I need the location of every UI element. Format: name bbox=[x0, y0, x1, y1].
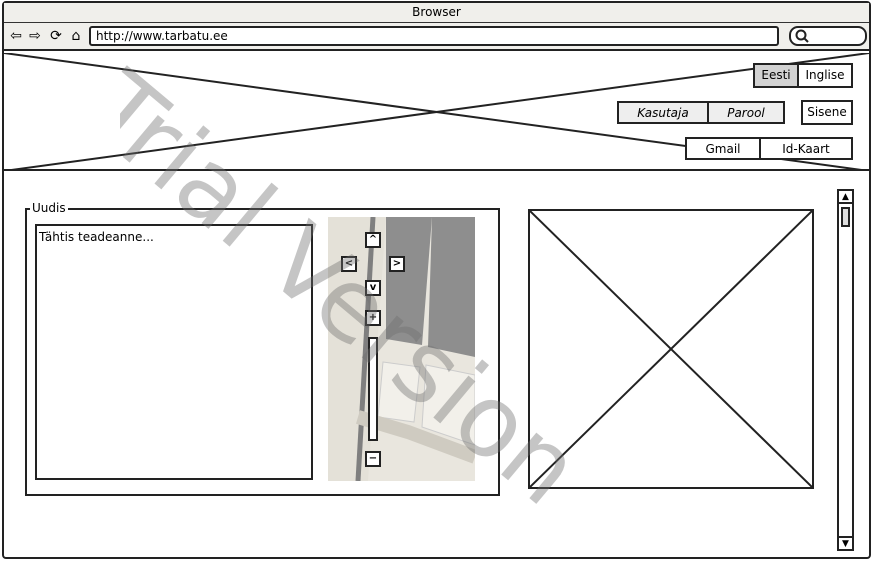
username-input[interactable]: Kasutaja bbox=[617, 101, 709, 124]
lang-eesti-button[interactable]: Eesti bbox=[753, 63, 799, 88]
scroll-up-arrow-icon[interactable]: ▲ bbox=[839, 191, 852, 204]
password-input[interactable]: Parool bbox=[707, 101, 785, 124]
image-placeholder-cross bbox=[530, 211, 812, 487]
map-zoom-out-button[interactable]: − bbox=[365, 451, 381, 467]
map-pan-right-button[interactable]: > bbox=[389, 256, 405, 272]
map-zoom-in-button[interactable]: + bbox=[365, 310, 381, 326]
scroll-down-arrow-icon[interactable]: ▼ bbox=[839, 536, 852, 549]
gmail-login-button[interactable]: Gmail bbox=[685, 137, 761, 160]
scrollbar-thumb[interactable] bbox=[841, 207, 850, 227]
page-scrollbar[interactable] bbox=[837, 189, 854, 551]
home-icon[interactable]: ⌂ bbox=[68, 28, 84, 44]
address-bar[interactable]: http://www.tarbatu.ee bbox=[89, 26, 779, 46]
image-placeholder bbox=[528, 209, 814, 489]
reload-icon[interactable]: ⟳ bbox=[48, 28, 64, 44]
idkaart-login-button[interactable]: Id-Kaart bbox=[759, 137, 853, 160]
news-legend: Uudis bbox=[30, 201, 68, 215]
map-pan-left-button[interactable]: < bbox=[341, 256, 357, 272]
lang-inglise-button[interactable]: Inglise bbox=[797, 63, 853, 88]
search-icon bbox=[795, 29, 809, 43]
map-pan-down-button[interactable]: v bbox=[365, 280, 381, 296]
back-icon[interactable]: ⇦ bbox=[8, 28, 24, 44]
news-text: Tähtis teadeanne... bbox=[39, 230, 154, 244]
forward-icon[interactable]: ⇨ bbox=[27, 28, 43, 44]
browser-search[interactable] bbox=[789, 26, 867, 46]
map-zoom-slider[interactable] bbox=[368, 337, 378, 441]
login-button[interactable]: Sisene bbox=[801, 100, 853, 125]
map-pan-up-button[interactable]: ^ bbox=[365, 232, 381, 248]
news-textarea[interactable]: Tähtis teadeanne... bbox=[35, 224, 313, 480]
browser-titlebar: Browser bbox=[4, 3, 869, 23]
